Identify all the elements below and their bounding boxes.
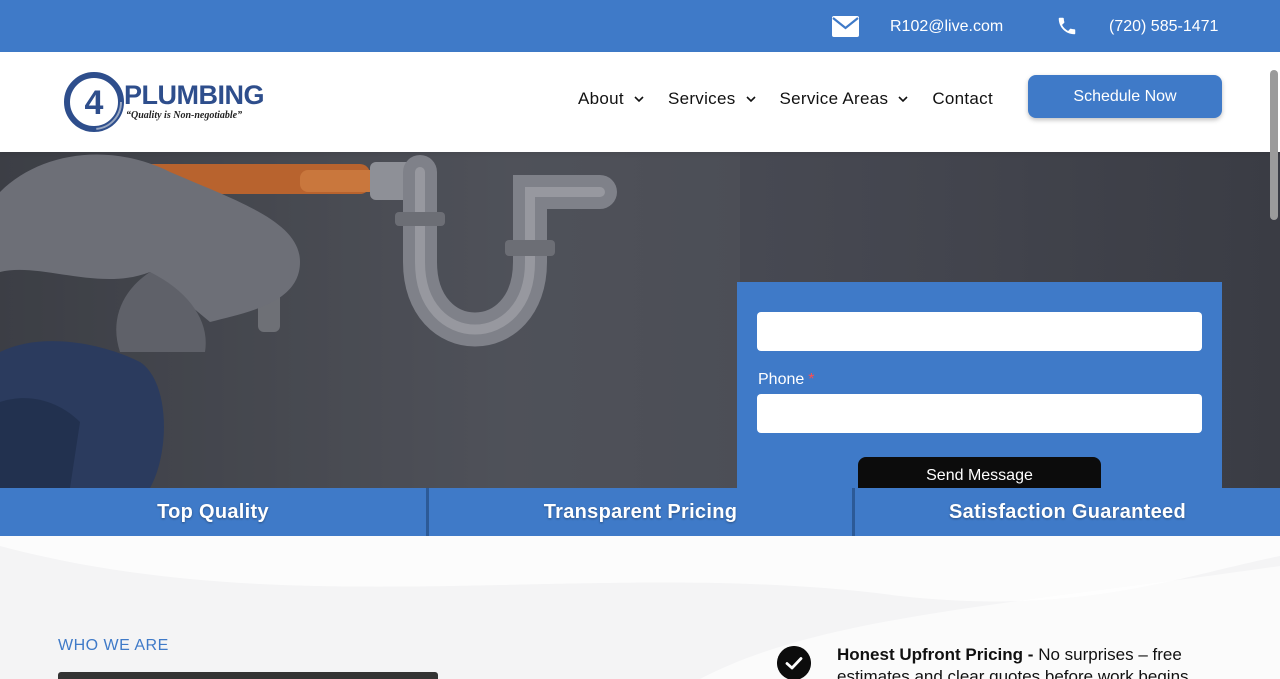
nav-item-contact[interactable]: Contact	[932, 89, 993, 109]
logo-mark-icon: 4	[64, 72, 124, 132]
required-mark: *	[808, 371, 815, 388]
schedule-now-button[interactable]: Schedule Now	[1028, 75, 1222, 118]
contact-form: Phone * Send Message	[737, 282, 1222, 488]
phone-label-text: Phone	[758, 371, 805, 388]
feature-transparent-pricing: Transparent Pricing	[426, 488, 852, 536]
about-section: WHO WE ARE Honest Upfront Pricing - No s…	[0, 536, 1280, 679]
site-logo[interactable]: 4 PLUMBING “Quality is Non-negotiable”	[62, 70, 267, 134]
page-scrollbar[interactable]	[1270, 70, 1278, 220]
chevron-down-icon	[634, 95, 644, 102]
nav-item-label: Contact	[932, 89, 993, 108]
name-input[interactable]	[757, 312, 1202, 351]
feature-strip: Top Quality Transparent Pricing Satisfac…	[0, 488, 1280, 536]
send-message-button[interactable]: Send Message	[858, 457, 1101, 488]
top-contact-bar: R102@live.com (720) 585-1471	[0, 0, 1280, 52]
chevron-down-icon	[898, 95, 908, 102]
phone-link[interactable]: (720) 585-1471	[1109, 18, 1218, 36]
benefit-title: Honest Upfront Pricing -	[837, 645, 1034, 664]
nav-item-about[interactable]: About	[578, 89, 644, 109]
benefit-honest-pricing: Honest Upfront Pricing - No surprises – …	[837, 644, 1197, 679]
email-link[interactable]: R102@live.com	[890, 18, 1003, 36]
site-header: 4 PLUMBING “Quality is Non-negotiable” A…	[0, 52, 1280, 152]
hero-banner: Phone * Send Message	[0, 152, 1280, 488]
nav-item-label: Services	[667, 89, 736, 108]
logo-brand: PLUMBING	[124, 80, 265, 110]
nav-item-services[interactable]: Services	[668, 89, 756, 109]
phone-field-label: Phone *	[758, 371, 815, 389]
feature-top-quality: Top Quality	[0, 488, 426, 536]
main-nav: About Services Service Areas Contact	[578, 89, 1017, 109]
envelope-icon	[832, 16, 859, 37]
chevron-down-icon	[745, 95, 756, 102]
checkmark-icon	[777, 646, 811, 679]
phone-input[interactable]	[757, 394, 1202, 433]
feature-satisfaction-guaranteed: Satisfaction Guaranteed	[852, 488, 1280, 536]
nav-item-label: Service Areas	[779, 89, 889, 108]
section-heading-clipped	[58, 672, 438, 679]
nav-item-service-areas[interactable]: Service Areas	[780, 89, 909, 109]
section-eyebrow: WHO WE ARE	[58, 637, 169, 654]
logo-tagline: “Quality is Non-negotiable”	[126, 110, 243, 121]
logo-mark-text: 4	[85, 84, 104, 122]
phone-icon	[1058, 17, 1076, 35]
nav-item-label: About	[578, 89, 624, 108]
